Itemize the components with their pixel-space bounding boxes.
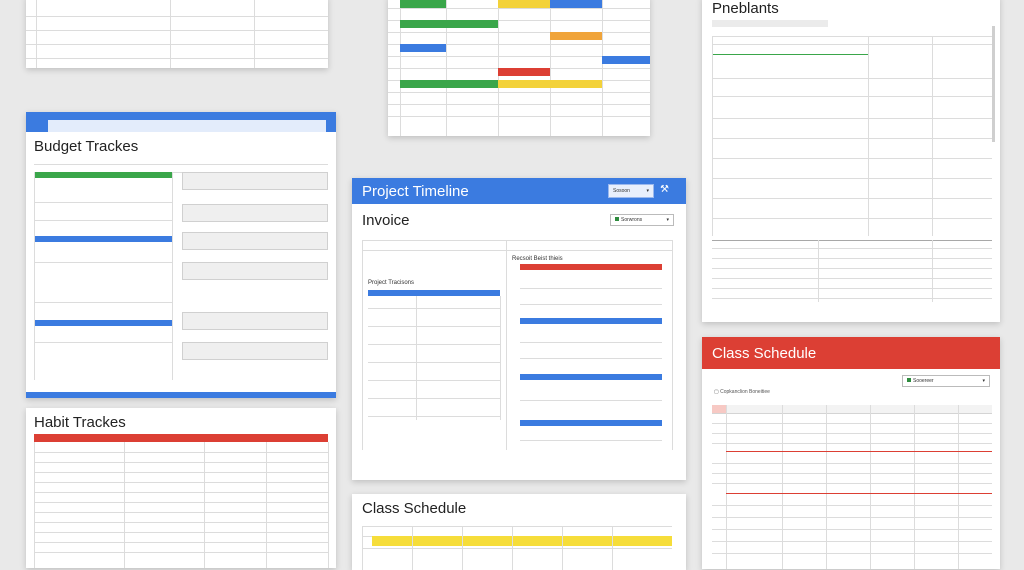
habit-title: Habit Trackes (34, 414, 126, 431)
budget-title: Budget Trackes (34, 138, 139, 155)
pneblants-card: Pneblants (702, 0, 1000, 322)
timeline-header-button[interactable]: Sosoon ▾ (608, 184, 654, 198)
class-schedule-filter-label: Copkanclion Boneitiee (720, 389, 770, 395)
timeline-inner-title-left: Project Tracisons (368, 280, 415, 286)
invoice-dropdown-label: Sorwrons (621, 217, 643, 223)
gantt-card-top (388, 0, 650, 136)
budget-tracker-card: Budget Trackes (26, 112, 336, 398)
class-schedule-right-title: Class Schedule (712, 345, 817, 362)
timeline-inner-title-right: Recsoit Beist thieis (512, 256, 563, 262)
invoice-title: Invoice (362, 212, 410, 229)
checkbox-icon: ▢ (714, 389, 719, 395)
class-schedule-dropdown[interactable]: Sooereer ▾ (902, 375, 990, 387)
budget-green-band (34, 172, 172, 178)
chevron-down-icon: ▾ (982, 378, 985, 384)
budget-blue-band-2 (34, 320, 172, 326)
budget-blue-band (34, 236, 172, 242)
settings-icon[interactable]: ⚒ (660, 184, 669, 195)
sheet-icon (615, 217, 619, 221)
chevron-down-icon: ▾ (646, 188, 649, 194)
chevron-down-icon: ▾ (666, 217, 669, 223)
class-schedule-bottom-title: Class Schedule (362, 500, 467, 517)
sheet-card-top-left (26, 0, 328, 68)
class-schedule-right-card: Class Schedule Sooereer ▾ ▢ Copkanclion … (702, 337, 1000, 569)
budget-blue-footer (26, 392, 336, 398)
class-schedule-filter[interactable]: ▢ Copkanclion Boneitiee (714, 389, 770, 395)
timeline-header-title: Project Timeline (362, 183, 469, 200)
project-timeline-card: Project Timeline Sosoon ▾ ⚒ Invoice Sorw… (352, 178, 686, 480)
habit-red-header (34, 434, 328, 442)
invoice-dropdown[interactable]: Sorwrons ▾ (610, 214, 674, 226)
timeline-header-button-label: Sosoon (613, 188, 630, 194)
class-schedule-dropdown-label: Sooereer (913, 378, 934, 384)
habit-tracker-card: Habit Trackes (26, 408, 336, 568)
sheet-icon (907, 378, 911, 382)
pneblants-title: Pneblants (712, 0, 779, 17)
